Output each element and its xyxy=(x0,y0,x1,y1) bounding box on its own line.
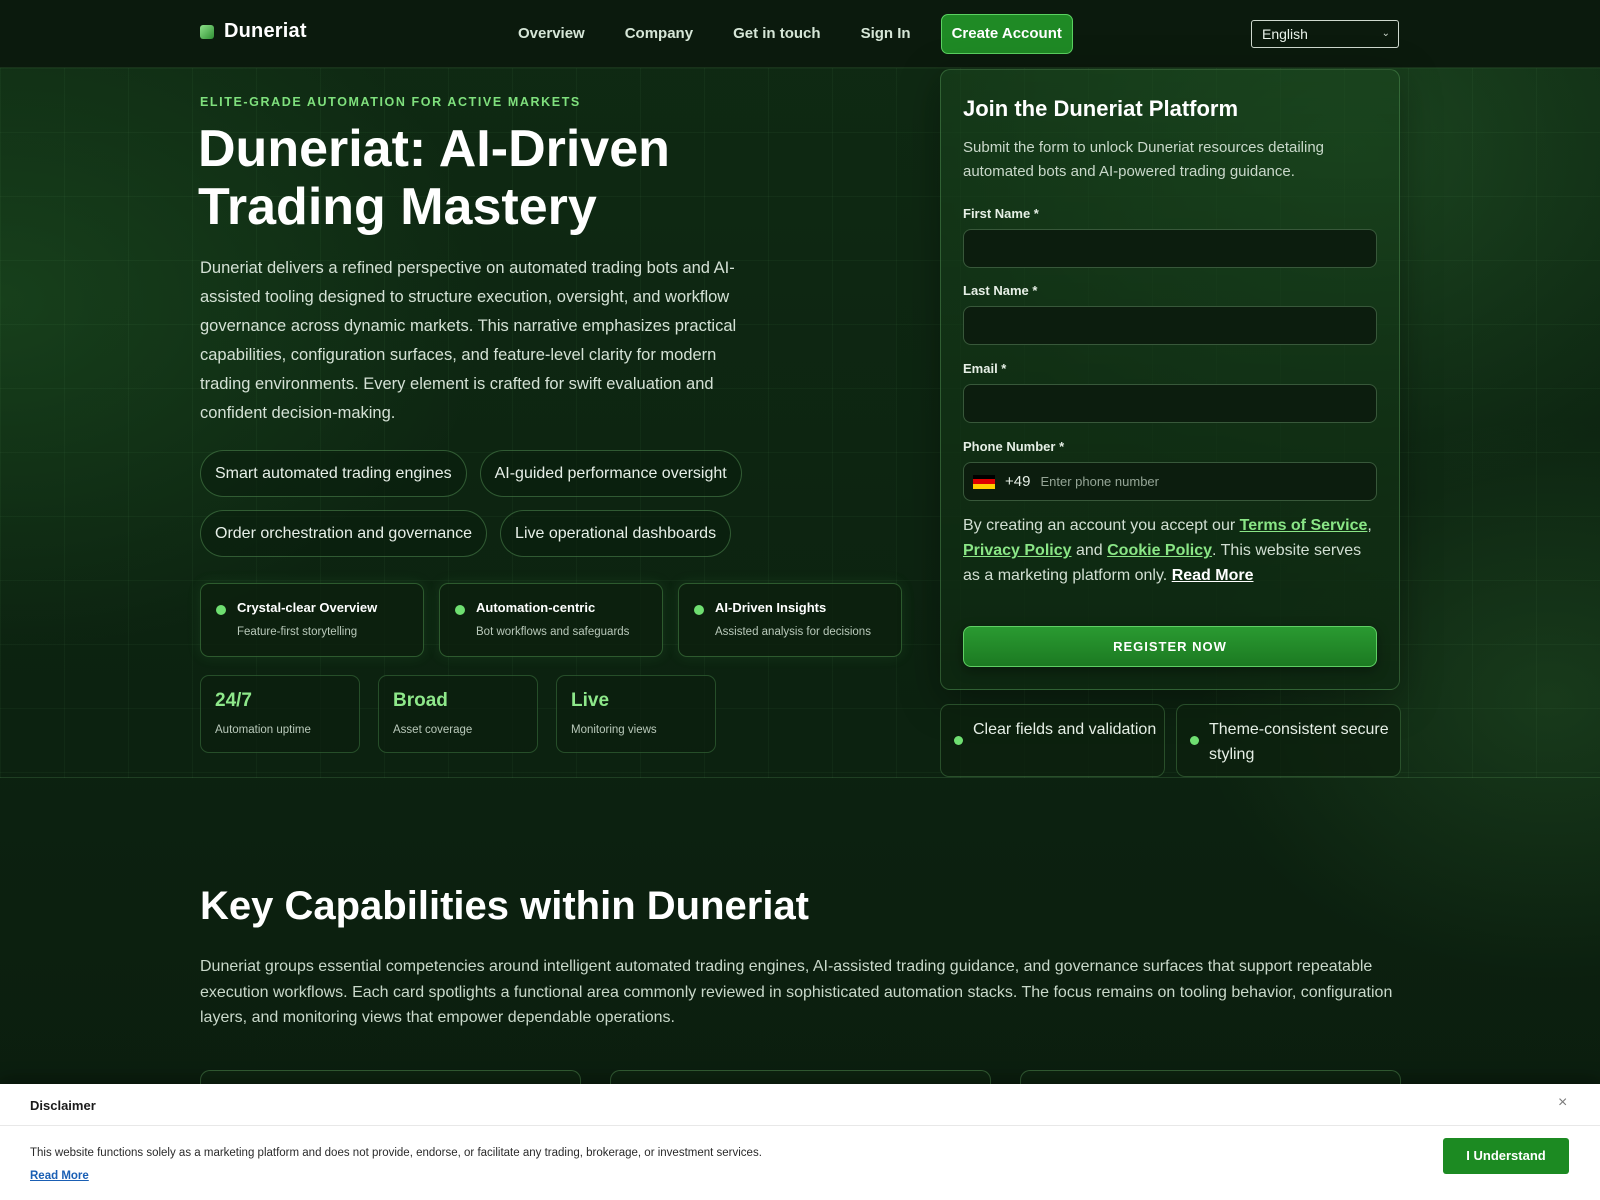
disclaimer-title: Disclaimer xyxy=(30,1098,96,1113)
logo-text: Duneriat xyxy=(224,20,307,42)
stat-label: Asset coverage xyxy=(393,724,473,736)
feature-cards: Crystal-clear Overview Feature-first sto… xyxy=(200,583,902,657)
terms-link[interactable]: Terms of Service xyxy=(1240,517,1368,534)
register-button[interactable]: REGISTER NOW xyxy=(963,626,1377,667)
understand-button[interactable]: I Understand xyxy=(1443,1138,1569,1174)
feature-card-title: Automation-centric xyxy=(476,600,596,615)
phone-label: Phone Number * xyxy=(963,439,1065,454)
bullet-dot-icon xyxy=(1190,736,1199,745)
last-name-label: Last Name * xyxy=(963,283,1038,298)
form-highlights: Clear fields and validation Theme-consis… xyxy=(940,704,1401,777)
section-divider xyxy=(0,777,1600,778)
privacy-link[interactable]: Privacy Policy xyxy=(963,542,1072,559)
legal-and: and xyxy=(1075,542,1103,559)
logo[interactable]: Duneriat xyxy=(200,20,307,43)
feature-card-overview: Crystal-clear Overview Feature-first sto… xyxy=(200,583,424,657)
nav-overview[interactable]: Overview xyxy=(498,14,605,54)
feature-card-title: Crystal-clear Overview xyxy=(237,600,378,615)
site-header: Duneriat Overview Company Get in touch S… xyxy=(0,0,1600,68)
hero-description: Duneriat delivers a refined perspective … xyxy=(200,259,737,422)
last-name-input[interactable] xyxy=(963,306,1377,345)
form-subtitle: Submit the form to unlock Duneriat resou… xyxy=(963,139,1325,180)
hero-title: Duneriat: AI-Driven Trading Mastery xyxy=(198,120,670,236)
highlight-validation: Clear fields and validation xyxy=(940,704,1165,777)
stat-value: 24/7 xyxy=(215,690,252,711)
disclaimer-read-more-link[interactable]: Read More xyxy=(30,1170,89,1182)
highlight-text: Clear fields and validation xyxy=(973,721,1157,738)
create-account-button[interactable]: Create Account xyxy=(940,14,1073,54)
phone-input[interactable] xyxy=(1040,474,1341,489)
feature-card-automation: Automation-centric Bot workflows and saf… xyxy=(439,583,663,657)
nav-get-in-touch[interactable]: Get in touch xyxy=(713,14,841,54)
email-input[interactable] xyxy=(963,384,1377,423)
logo-icon xyxy=(200,24,214,39)
feature-card-subtitle: Bot workflows and safeguards xyxy=(476,626,630,638)
disclaimer-header: Disclaimer × xyxy=(0,1084,1600,1126)
capabilities-description: Duneriat groups essential competencies a… xyxy=(200,958,1393,1026)
stat-label: Automation uptime xyxy=(215,724,311,736)
nav-sign-in[interactable]: Sign In xyxy=(841,14,931,54)
nav-company[interactable]: Company xyxy=(605,14,713,54)
stat-uptime: 24/7 Automation uptime xyxy=(200,675,360,753)
language-value: English xyxy=(1262,26,1308,42)
hero-eyebrow: ELITE-GRADE AUTOMATION FOR ACTIVE MARKET… xyxy=(200,95,581,109)
close-icon[interactable]: × xyxy=(1558,1094,1567,1112)
capabilities-title: Key Capabilities within Duneriat xyxy=(200,884,810,928)
pill-order-orchestration: Order orchestration and governance xyxy=(200,510,488,557)
legal-prefix: By creating an account you accept our xyxy=(963,517,1236,534)
phone-field[interactable]: +49 xyxy=(963,462,1377,501)
feature-pills: Smart automated trading engines AI-guide… xyxy=(200,450,760,557)
stats-row: 24/7 Automation uptime Broad Asset cover… xyxy=(200,675,716,753)
stat-coverage: Broad Asset coverage xyxy=(378,675,538,753)
highlight-text: Theme-consistent secure styling xyxy=(1209,721,1389,763)
highlight-secure-styling: Theme-consistent secure styling xyxy=(1176,704,1401,777)
stat-value: Broad xyxy=(393,690,448,711)
cookie-link[interactable]: Cookie Policy xyxy=(1107,542,1212,559)
disclaimer-banner: Disclaimer × This website functions sole… xyxy=(0,1084,1600,1200)
bullet-dot-icon xyxy=(954,736,963,745)
disclaimer-text: This website functions solely as a marke… xyxy=(30,1147,762,1159)
chevron-down-icon: ⌄ xyxy=(1381,28,1390,39)
pill-live-dashboards: Live operational dashboards xyxy=(500,510,732,557)
feature-card-insights: AI-Driven Insights Assisted analysis for… xyxy=(678,583,902,657)
language-select[interactable]: English ⌄ xyxy=(1251,20,1399,48)
bullet-dot-icon xyxy=(216,605,226,615)
first-name-input[interactable] xyxy=(963,229,1377,268)
email-label: Email * xyxy=(963,361,1007,376)
read-more-link[interactable]: Read More xyxy=(1172,567,1254,584)
germany-flag-icon[interactable] xyxy=(973,474,995,489)
pill-ai-oversight: AI-guided performance oversight xyxy=(479,450,742,497)
feature-card-title: AI-Driven Insights xyxy=(715,600,827,615)
phone-country-code: +49 xyxy=(1005,473,1031,490)
bullet-dot-icon xyxy=(455,605,465,615)
feature-card-subtitle: Feature-first storytelling xyxy=(237,626,358,638)
stat-monitoring: Live Monitoring views xyxy=(556,675,716,753)
legal-text: By creating an account you accept our Te… xyxy=(963,517,1372,584)
main-nav: Overview Company Get in touch Sign In Cr… xyxy=(498,14,1073,54)
bullet-dot-icon xyxy=(694,605,704,615)
pill-smart-engines: Smart automated trading engines xyxy=(200,450,467,497)
stat-value: Live xyxy=(571,690,610,711)
feature-card-subtitle: Assisted analysis for decisions xyxy=(715,626,871,638)
stat-label: Monitoring views xyxy=(571,724,657,736)
form-title: Join the Duneriat Platform xyxy=(963,96,1239,121)
first-name-label: First Name * xyxy=(963,206,1039,221)
registration-form: Join the Duneriat Platform Submit the fo… xyxy=(940,69,1400,690)
